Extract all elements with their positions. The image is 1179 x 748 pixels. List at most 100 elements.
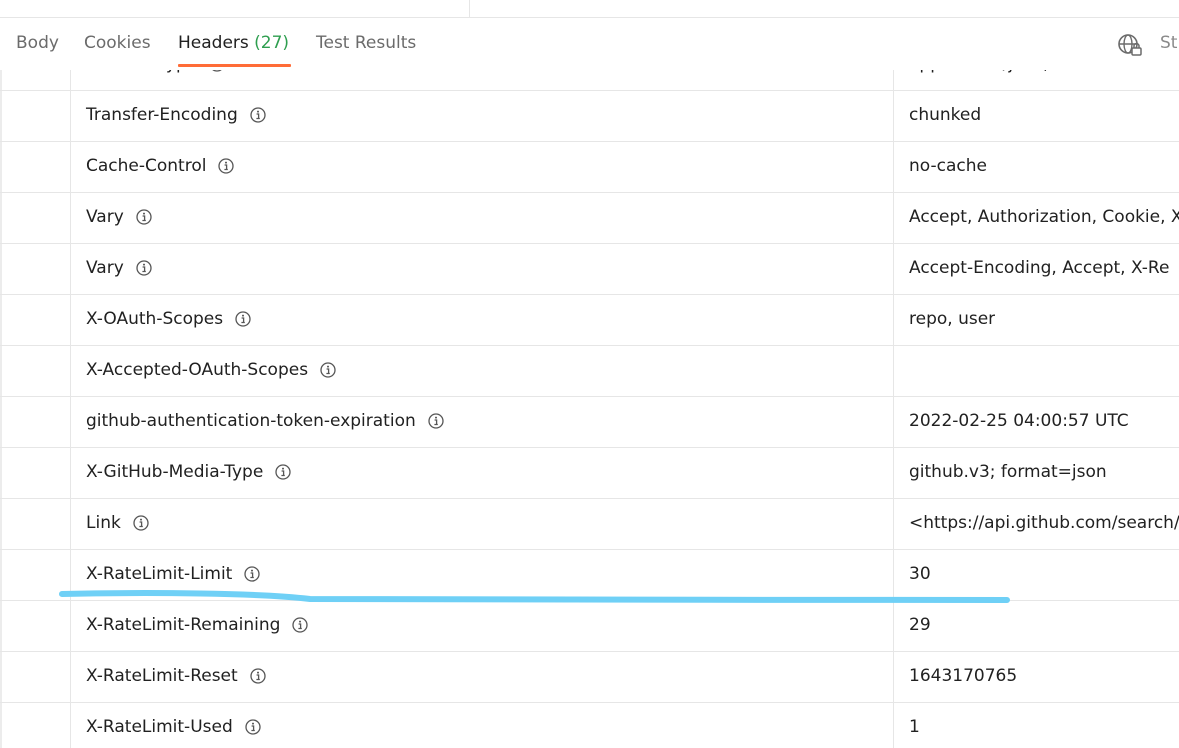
column-divider	[70, 448, 71, 498]
header-key: X-Accepted-OAuth-Scopes	[86, 360, 336, 380]
row-select-cell[interactable]	[0, 295, 70, 345]
table-row: X-Accepted-OAuth-Scopes	[0, 346, 1179, 397]
column-divider	[893, 244, 894, 294]
table-row: X-RateLimit-Remaining 29	[0, 601, 1179, 652]
row-select-cell[interactable]	[0, 601, 70, 651]
table-row: Cache-Control no-cache	[0, 142, 1179, 193]
column-divider	[893, 499, 894, 549]
header-key-text: Link	[86, 513, 121, 533]
header-key-text: X-RateLimit-Reset	[86, 666, 238, 686]
row-select-cell[interactable]	[0, 346, 70, 396]
header-value: 2022-02-25 04:00:57 UTC	[909, 411, 1129, 431]
active-tab-underline	[178, 64, 291, 67]
info-icon[interactable]	[275, 464, 291, 480]
header-value: Accept, Authorization, Cookie, X	[909, 207, 1179, 227]
column-divider	[893, 70, 894, 90]
tab-body[interactable]: Body	[16, 33, 59, 53]
header-key-text: X-RateLimit-Used	[86, 717, 233, 737]
top-divider	[469, 0, 470, 17]
tab-cookies[interactable]: Cookies	[84, 33, 151, 53]
row-select-cell[interactable]	[0, 652, 70, 702]
table-row: Vary Accept-Encoding, Accept, X-Re	[0, 244, 1179, 295]
info-icon[interactable]	[320, 362, 336, 378]
info-icon[interactable]	[218, 158, 235, 174]
row-select-cell[interactable]	[0, 703, 70, 748]
header-value: 1643170765	[909, 666, 1018, 686]
column-divider	[893, 142, 894, 192]
tab-headers-label: Headers	[178, 33, 249, 53]
header-value: 1	[909, 717, 920, 737]
header-value: repo, user	[909, 309, 996, 329]
header-key: X-RateLimit-Limit	[86, 564, 260, 584]
info-icon[interactable]	[428, 413, 444, 429]
column-divider	[893, 91, 894, 141]
info-icon[interactable]	[133, 515, 149, 531]
header-value: application/json; charset=utf-8	[909, 70, 1172, 74]
row-select-cell[interactable]	[0, 193, 70, 243]
tab-test-results[interactable]: Test Results	[316, 33, 416, 53]
row-select-cell[interactable]	[0, 142, 70, 192]
info-icon[interactable]	[136, 260, 152, 276]
header-key-text: Transfer-Encoding	[86, 105, 238, 125]
row-select-cell[interactable]	[0, 70, 70, 90]
header-key: Content-Type	[86, 70, 225, 74]
column-divider	[893, 550, 894, 600]
header-key-text: X-OAuth-Scopes	[86, 309, 224, 329]
info-icon[interactable]	[235, 311, 251, 327]
header-key: Transfer-Encoding	[86, 105, 266, 125]
info-icon[interactable]	[292, 617, 309, 633]
response-tabs: Body Cookies Headers (27) Test Results S…	[0, 18, 1179, 70]
header-key: Vary	[86, 258, 152, 278]
row-select-cell[interactable]	[0, 499, 70, 549]
header-key: github-authentication-token-expiration	[86, 411, 444, 431]
table-row: Content-Type application/json; charset=ut…	[0, 70, 1179, 91]
table-row: X-RateLimit-Reset 1643170765	[0, 652, 1179, 703]
column-divider	[70, 346, 71, 396]
header-key-text: Vary	[86, 207, 124, 227]
column-divider	[70, 703, 71, 748]
info-icon[interactable]	[209, 70, 225, 72]
info-icon[interactable]	[244, 566, 260, 582]
column-divider	[893, 295, 894, 345]
header-key: X-GitHub-Media-Type	[86, 462, 291, 482]
header-value: chunked	[909, 105, 982, 125]
row-select-cell[interactable]	[0, 244, 70, 294]
table-row: X-RateLimit-Limit 30	[0, 550, 1179, 601]
table-row: X-OAuth-Scopes repo, user	[0, 295, 1179, 346]
column-divider	[893, 346, 894, 396]
tab-headers-count: (27)	[254, 33, 290, 53]
header-key: Cache-Control	[86, 156, 235, 176]
column-divider	[70, 193, 71, 243]
table-row: Transfer-Encoding chunked	[0, 91, 1179, 142]
header-value: <https://api.github.com/search/	[909, 513, 1179, 533]
header-key: Vary	[86, 207, 152, 227]
globe-lock-icon[interactable]	[1117, 32, 1143, 58]
row-select-cell[interactable]	[0, 91, 70, 141]
header-key-text: github-authentication-token-expiration	[86, 411, 416, 431]
header-key-text: Content-Type	[86, 70, 197, 74]
headers-table: Content-Type application/json; charset=ut…	[0, 70, 1179, 748]
header-value: 29	[909, 615, 931, 635]
column-divider	[893, 397, 894, 447]
row-select-cell[interactable]	[0, 550, 70, 600]
column-divider	[70, 244, 71, 294]
header-key-text: X-RateLimit-Remaining	[86, 615, 281, 635]
header-value: 30	[909, 564, 931, 584]
column-divider	[893, 652, 894, 702]
info-icon[interactable]	[250, 668, 266, 684]
response-panel: Body Cookies Headers (27) Test Results S…	[0, 0, 1179, 748]
column-divider	[70, 601, 71, 651]
info-icon[interactable]	[136, 209, 152, 225]
row-select-cell[interactable]	[0, 448, 70, 498]
info-icon[interactable]	[245, 719, 261, 735]
tab-headers[interactable]: Headers (27)	[178, 33, 289, 53]
column-divider	[893, 448, 894, 498]
header-key-text: Cache-Control	[86, 156, 207, 176]
header-value: Accept-Encoding, Accept, X-Re	[909, 258, 1170, 278]
column-divider	[70, 499, 71, 549]
row-select-cell[interactable]	[0, 397, 70, 447]
top-strip	[0, 0, 1179, 18]
info-icon[interactable]	[250, 107, 266, 123]
header-key-text: X-RateLimit-Limit	[86, 564, 233, 584]
column-divider	[70, 91, 71, 141]
